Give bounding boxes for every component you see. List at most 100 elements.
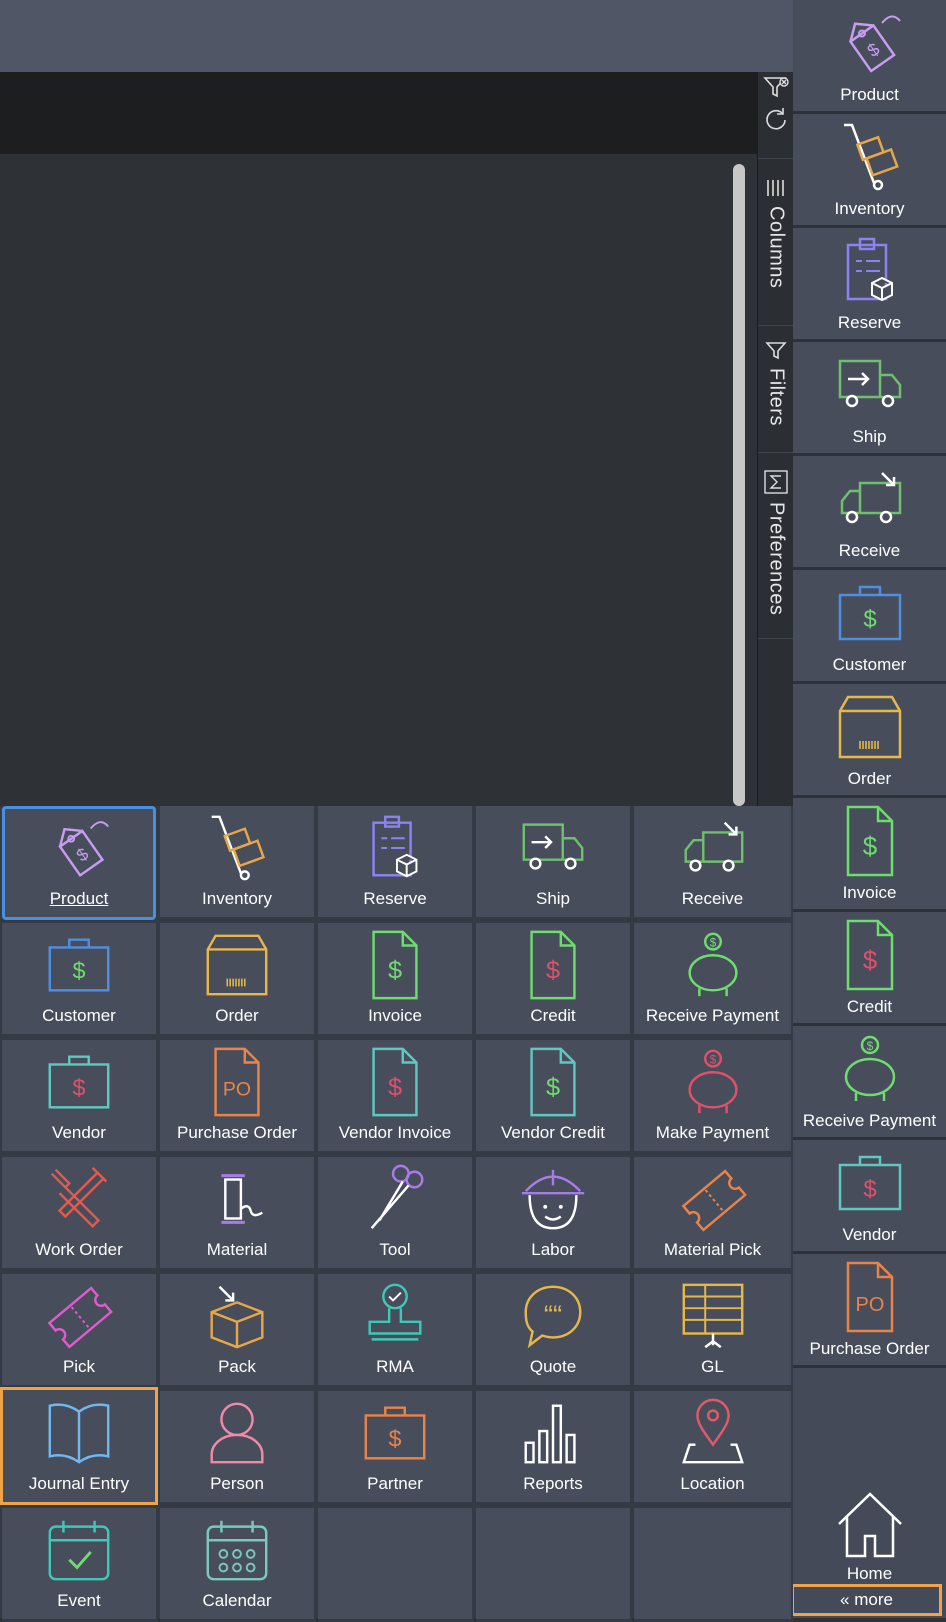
- menu-tile-person[interactable]: Person: [160, 1391, 316, 1505]
- sidebar-item-customer[interactable]: $ Customer: [793, 570, 946, 684]
- menu-tile-credit[interactable]: $ Credit: [476, 923, 632, 1037]
- menu-tile-label: Person: [210, 1474, 264, 1493]
- svg-text:$: $: [862, 831, 877, 861]
- menu-tile-label: Product: [49, 889, 109, 908]
- menu-tile-label: Journal Entry: [28, 1474, 130, 1493]
- price-tag-icon: $: [58, 821, 109, 878]
- menu-tile-quote[interactable]: ““ Quote: [476, 1274, 632, 1388]
- menu-tile-label: Make Payment: [655, 1123, 770, 1142]
- refresh-icon[interactable]: [762, 106, 790, 134]
- svg-text:$: $: [73, 1075, 86, 1101]
- menu-tile-empty: [318, 1508, 474, 1622]
- menu-tile-label: Labor: [531, 1240, 575, 1259]
- sidebar-item-ship[interactable]: Ship: [793, 342, 946, 456]
- vendor-invoice-icon: $: [372, 1047, 418, 1117]
- menu-tile-label: Receive: [681, 889, 744, 908]
- menu-tile-product[interactable]: $ Product: [2, 806, 156, 920]
- menu-tile-location[interactable]: Location: [634, 1391, 793, 1505]
- sidebar-item-label: Customer: [832, 655, 907, 674]
- menu-tile-label: Order: [215, 1006, 259, 1025]
- menu-tile-vendor-credit[interactable]: $ Vendor Credit: [476, 1040, 632, 1154]
- menu-tile-partner[interactable]: $ Partner: [318, 1391, 474, 1505]
- home-label: Home: [846, 1564, 893, 1583]
- hard-hat-worker-icon: [521, 1169, 585, 1230]
- menu-tile-vendor[interactable]: $ Vendor: [2, 1040, 158, 1154]
- menu-tile-calendar[interactable]: Calendar: [160, 1508, 316, 1622]
- truck-in-icon: [840, 472, 901, 524]
- menu-tile-gl[interactable]: GL: [634, 1274, 793, 1388]
- menu-tile-make-payment[interactable]: $ Make Payment: [634, 1040, 793, 1154]
- menu-tile-labor[interactable]: Labor: [476, 1157, 632, 1271]
- clear-filter-icon[interactable]: [762, 74, 790, 102]
- menu-tile-vendor-invoice[interactable]: $ Vendor Invoice: [318, 1040, 474, 1154]
- sidebar-item-label: Ship: [852, 427, 887, 446]
- svg-text:$: $: [862, 945, 877, 975]
- menu-tile-label: Reports: [523, 1474, 583, 1493]
- tab-filters-label: Filters: [765, 368, 788, 426]
- menu-tile-pick[interactable]: Pick: [2, 1274, 158, 1388]
- svg-text:$: $: [388, 957, 402, 985]
- sidebar-item-order[interactable]: Order: [793, 684, 946, 798]
- app-menu-grid: $ Product Inventory Reserve Ship Receive…: [0, 806, 793, 1622]
- menu-tile-inventory[interactable]: Inventory: [160, 806, 316, 920]
- sigma-icon: [764, 470, 788, 494]
- menu-tile-receive-payment[interactable]: $ Receive Payment: [634, 923, 793, 1037]
- price-tag-icon: $: [848, 15, 901, 73]
- sidebar-item-reserve[interactable]: Reserve: [793, 228, 946, 342]
- menu-tile-label: GL: [701, 1357, 724, 1376]
- calendar-icon: [206, 1520, 268, 1581]
- sidebar-home-button[interactable]: Home: [793, 1480, 946, 1584]
- credit-icon: $: [846, 919, 893, 991]
- po-document-icon: PO: [846, 1261, 893, 1333]
- menu-tile-label: Pick: [62, 1357, 96, 1376]
- menu-tile-ship[interactable]: Ship: [476, 806, 632, 920]
- sidebar-item-inventory[interactable]: Inventory: [793, 114, 946, 228]
- sidebar-item-product[interactable]: $ Product: [793, 0, 946, 114]
- pick-ticket-icon: [47, 1286, 113, 1349]
- sidebar-item-credit[interactable]: $ Credit: [793, 912, 946, 1026]
- columns-icon: [767, 180, 784, 196]
- tab-columns[interactable]: Columns: [758, 178, 794, 288]
- menu-tile-reserve[interactable]: Reserve: [318, 806, 474, 920]
- menu-tile-invoice[interactable]: $ Invoice: [318, 923, 474, 1037]
- svg-text:$: $: [863, 606, 876, 633]
- menu-tile-material[interactable]: Material: [160, 1157, 316, 1271]
- menu-tile-work-order[interactable]: Work Order: [2, 1157, 158, 1271]
- svg-text:$: $: [866, 1039, 873, 1053]
- vertical-scrollbar[interactable]: [733, 164, 745, 806]
- menu-tile-material-pick[interactable]: Material Pick: [634, 1157, 793, 1271]
- menu-tile-label: Invoice: [368, 1006, 422, 1025]
- menu-tile-journal-entry[interactable]: Journal Entry: [0, 1387, 158, 1505]
- menu-tile-order[interactable]: Order: [160, 923, 316, 1037]
- piggy-bank-icon: $: [844, 1035, 895, 1101]
- sidebar-item-receive-payment[interactable]: $ Receive Payment: [793, 1026, 946, 1140]
- tab-filters[interactable]: Filters: [758, 340, 794, 426]
- more-button[interactable]: « more: [791, 1584, 942, 1616]
- sidebar-item-label: Product: [840, 85, 899, 104]
- sidebar-item-label: Credit: [846, 997, 893, 1016]
- menu-tile-event[interactable]: Event: [2, 1508, 158, 1622]
- svg-text:PO: PO: [855, 1294, 884, 1316]
- menu-tile-reports[interactable]: Reports: [476, 1391, 632, 1505]
- menu-tile-label: Quote: [529, 1357, 577, 1376]
- sidebar-item-invoice[interactable]: $ Invoice: [793, 798, 946, 912]
- truck-out-icon: [522, 823, 584, 870]
- menu-tile-empty: [476, 1508, 632, 1622]
- box-icon: [838, 695, 901, 759]
- sidebar-item-vendor[interactable]: $ Vendor: [793, 1140, 946, 1254]
- menu-tile-receive[interactable]: Receive: [634, 806, 793, 920]
- menu-tile-label: Work Order: [35, 1240, 123, 1259]
- sidebar-item-label: Vendor: [842, 1225, 897, 1244]
- menu-tile-rma[interactable]: RMA: [318, 1274, 474, 1388]
- menu-tile-tool[interactable]: Tool: [318, 1157, 474, 1271]
- menu-tile-pack[interactable]: Pack: [160, 1274, 316, 1388]
- svg-text:$: $: [388, 1074, 402, 1102]
- credit-icon: $: [530, 930, 576, 1000]
- menu-tile-customer[interactable]: $ Customer: [2, 923, 158, 1037]
- menu-tile-label: Purchase Order: [177, 1123, 297, 1142]
- sidebar-item-receive[interactable]: Receive: [793, 456, 946, 570]
- tab-preferences[interactable]: Preferences: [758, 470, 794, 615]
- menu-tile-purchase-order[interactable]: PO Purchase Order: [160, 1040, 316, 1154]
- sidebar-item-purchase-order[interactable]: PO Purchase Order: [793, 1254, 946, 1368]
- partner-briefcase-icon: $: [364, 1406, 426, 1460]
